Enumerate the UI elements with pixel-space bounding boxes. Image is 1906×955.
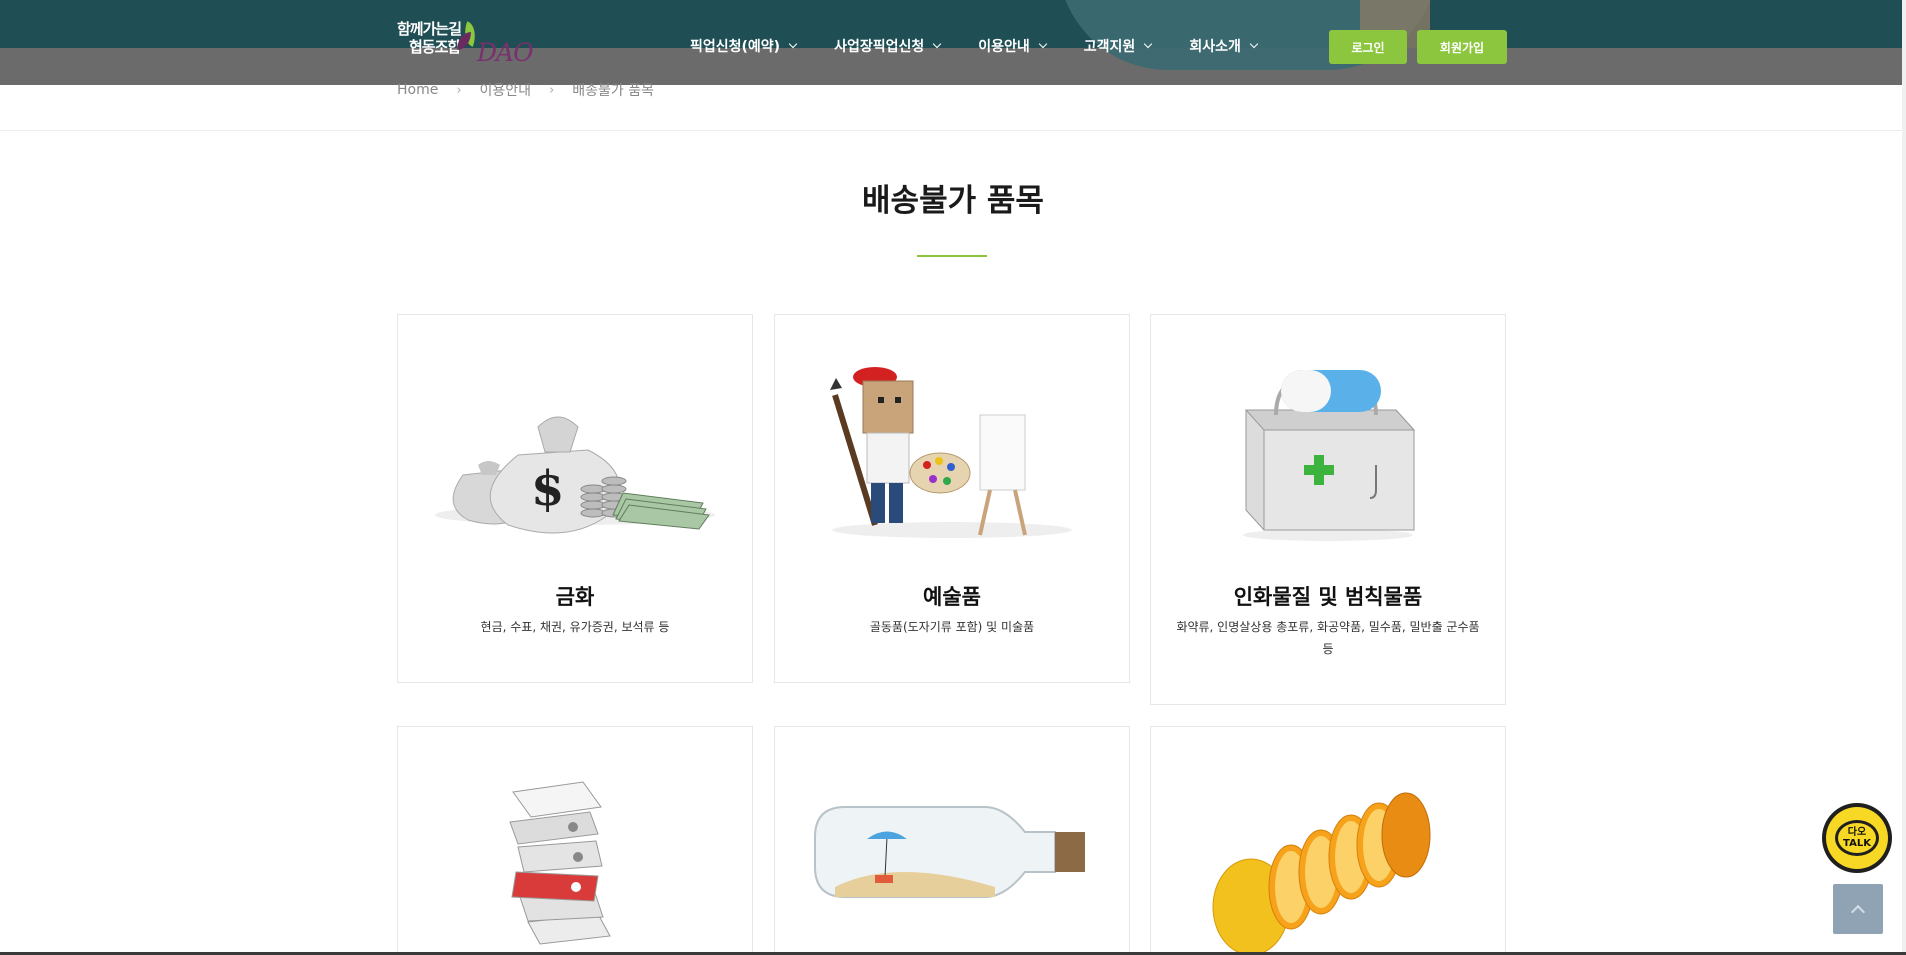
scroll-top-button[interactable] [1833, 884, 1883, 934]
item-description: 화약류, 인명살상용 총포류, 화공약품, 밀수품, 밀반출 군수품 등 [1176, 620, 1480, 656]
item-card-documents [397, 726, 753, 955]
page: 함께가는길 협동조합 DAO 픽업신청(예약) 사업장픽업신청 이용안내 고객지… [0, 0, 1906, 955]
nav-item-business-pickup[interactable]: 사업장픽업신청 [834, 36, 942, 56]
item-name: 금화 [555, 585, 595, 609]
login-button[interactable]: 로그인 [1329, 30, 1407, 64]
artist-palette-icon [830, 367, 1072, 538]
item-name: 인화물질 및 범칙물품 [1233, 585, 1423, 609]
chevron-right-icon: › [549, 82, 555, 98]
breadcrumb-home[interactable]: Home [397, 82, 438, 98]
item-description: 골동품(도자기류 포함) 및 미술품 [869, 620, 1035, 634]
item-name: 예술품 [923, 585, 981, 609]
breadcrumb-current: 배송불가 품목 [572, 83, 655, 99]
svg-text:$: $ [531, 461, 564, 517]
signup-button[interactable]: 회원가입 [1417, 30, 1507, 64]
breadcrumb: Home › 이용안내 › 배송불가 품목 [397, 80, 654, 100]
item-card-art: 예술품 골동품(도자기류 포함) 및 미술품 [774, 314, 1130, 683]
talk-label-1: 다오 [1847, 827, 1867, 838]
item-card-bottle [774, 726, 1130, 955]
logo-line1: 함께가는길 [397, 20, 462, 38]
chevron-down-icon [1038, 39, 1048, 49]
item-card-currency: $ 금화 현금, 수표, 채권, 유가증권, 보석류 등 [397, 314, 753, 683]
chevron-up-icon [1850, 904, 1866, 920]
chevron-down-icon [1249, 39, 1259, 49]
nav-item-pickup[interactable]: 픽업신청(예약) [690, 36, 798, 56]
page-title: 배송불가 품목 [862, 183, 1044, 219]
nav-item-company[interactable]: 회사소개 [1189, 36, 1259, 56]
document-files-icon [509, 781, 611, 945]
scrollbar[interactable] [1902, 0, 1906, 955]
chat-icon: 다오 TALK [1826, 807, 1888, 869]
logo[interactable]: 함께가는길 협동조합 DAO [397, 20, 547, 67]
medicine-box-icon [1243, 370, 1416, 541]
item-description: 현금, 수표, 채권, 유가증권, 보석류 등 [480, 620, 670, 634]
chevron-right-icon: › [456, 82, 462, 98]
bottle-icon [814, 806, 1085, 898]
item-card-produce [1150, 726, 1506, 955]
money-bags-icon: $ [435, 416, 715, 534]
logo-brand: DAO [477, 38, 534, 67]
chevron-down-icon [933, 39, 942, 49]
orange-slices-icon [1212, 792, 1431, 955]
logo-text: 함께가는길 협동조합 [397, 20, 462, 56]
chevron-down-icon [1144, 39, 1153, 49]
item-card-hazardous: 인화물질 및 범칙물품 화약류, 인명살상용 총포류, 화공약품, 밀수품, 밀… [1150, 314, 1506, 705]
breadcrumb-guide[interactable]: 이용안내 [480, 80, 532, 100]
logo-line2: 협동조합 [409, 38, 461, 56]
title-divider [917, 255, 987, 257]
chevron-down-icon [788, 39, 798, 49]
kakao-talk-button[interactable]: 다오 TALK [1822, 803, 1892, 873]
nav-item-guide[interactable]: 이용안내 [978, 36, 1048, 56]
talk-label-2: TALK [1843, 838, 1871, 849]
nav-item-support[interactable]: 고객지원 [1084, 36, 1153, 56]
main-nav: 픽업신청(예약) 사업장픽업신청 이용안내 고객지원 회사소개 [690, 36, 1295, 56]
breadcrumb-strip [0, 85, 1906, 131]
